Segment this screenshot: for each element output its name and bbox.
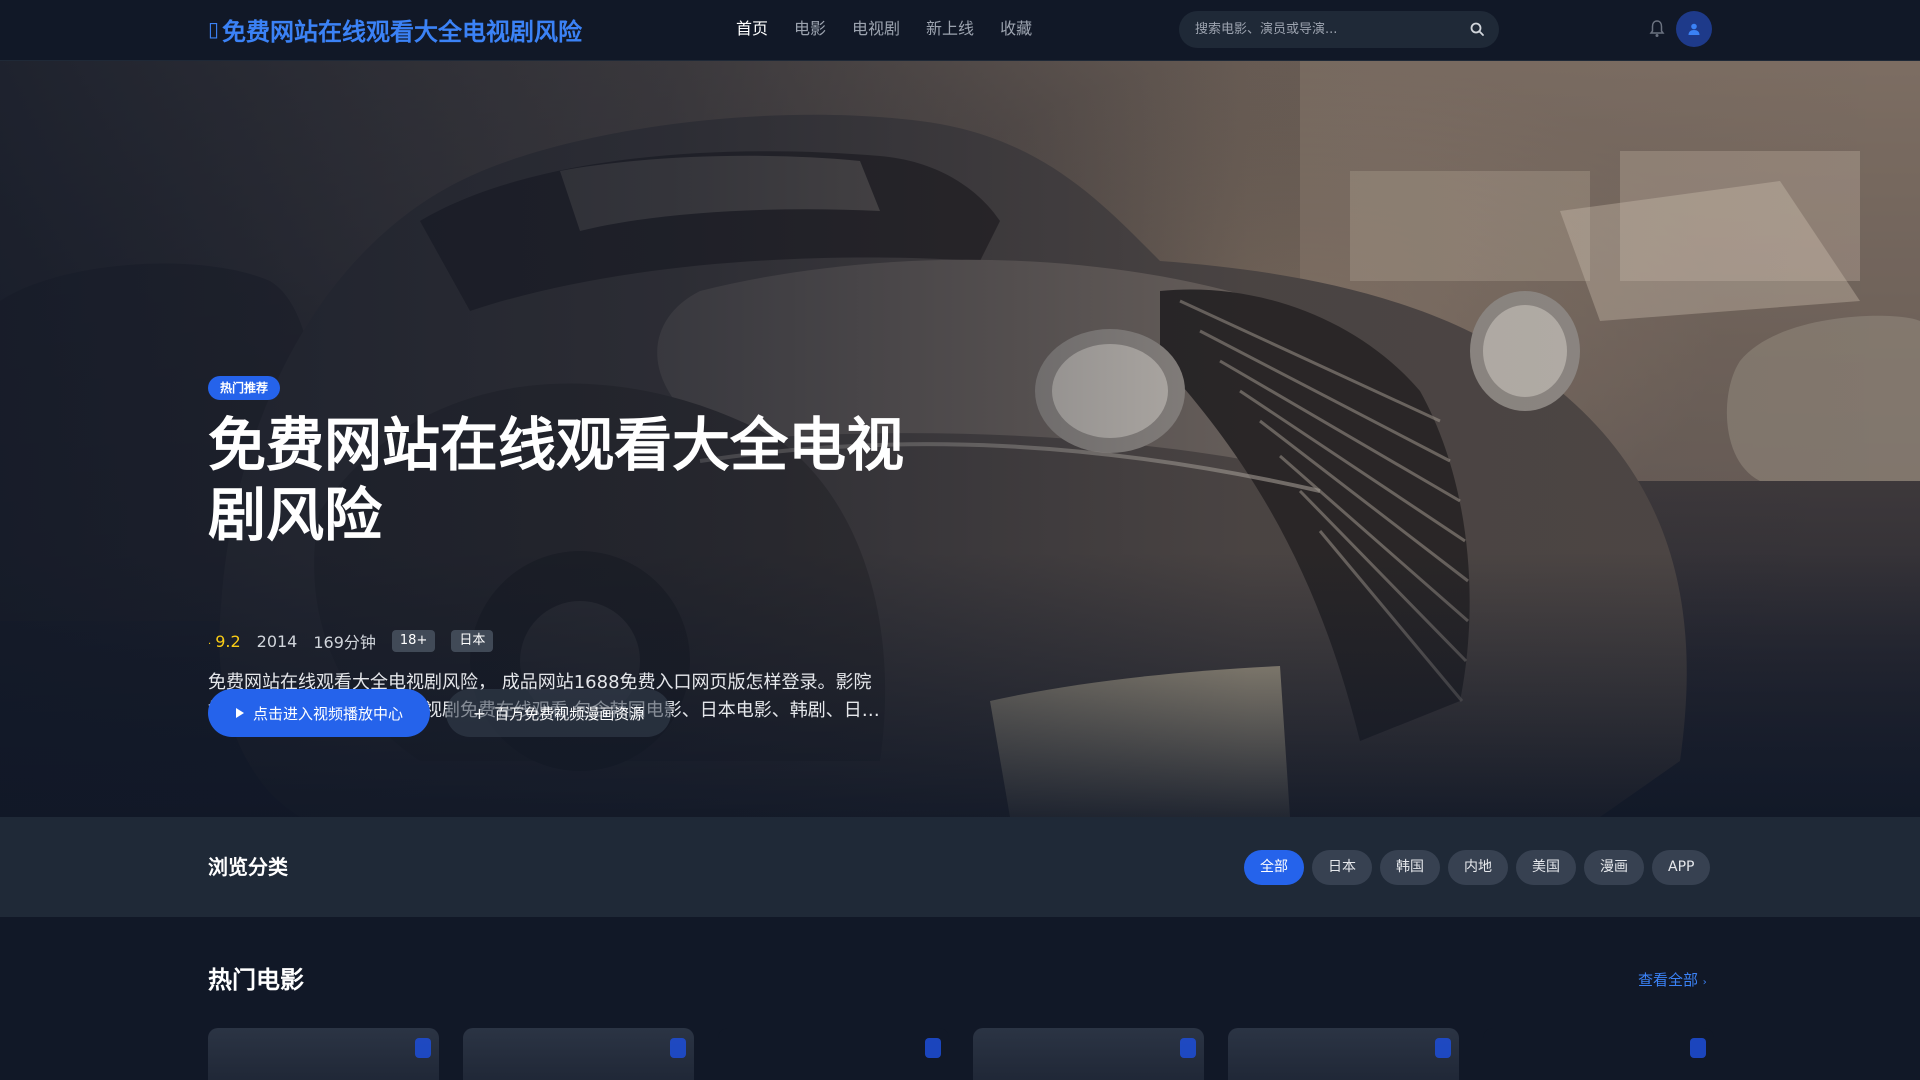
nav-item-home[interactable]: 首页 xyxy=(736,17,768,41)
search-input[interactable] xyxy=(1195,11,1455,48)
movie-card[interactable] xyxy=(208,1028,439,1080)
movie-card[interactable] xyxy=(463,1028,694,1080)
free-resources-button-label: 百万免费视频漫画资源 xyxy=(494,704,645,723)
play-center-button-label: 点击进入视频播放中心 xyxy=(252,704,403,723)
bell-icon[interactable] xyxy=(1649,19,1665,39)
nav-item-tv[interactable]: 电视剧 xyxy=(852,17,900,41)
movie-card-rating-badge xyxy=(1690,1038,1706,1058)
movie-card-rating-badge xyxy=(925,1038,941,1058)
movie-card-rating-badge xyxy=(1435,1038,1451,1058)
hot-movies-title: 热门电影 xyxy=(208,966,304,994)
category-title: 浏览分类 xyxy=(208,855,288,879)
hero-meta: . 9.2 2014 169分钟 18+ 日本 xyxy=(208,629,494,653)
search-icon[interactable] xyxy=(1469,21,1485,37)
play-center-button[interactable]: 点击进入视频播放中心 xyxy=(208,689,430,737)
category-chip-app[interactable]: APP xyxy=(1652,850,1711,885)
category-chip-comics[interactable]: 漫画 xyxy=(1584,850,1644,885)
film-icon: ▯ xyxy=(208,17,218,41)
category-chip-usa[interactable]: 美国 xyxy=(1516,850,1576,885)
plus-icon: + xyxy=(472,703,487,723)
category-browser: 浏览分类 全部 日本 韩国 内地 美国 漫画 APP xyxy=(0,817,1920,917)
movie-card[interactable] xyxy=(1483,1028,1714,1080)
avatar[interactable] xyxy=(1676,11,1712,47)
site-logo[interactable]: ▯ 免费网站在线观看大全电视剧风险 xyxy=(208,12,582,46)
star-icon: . xyxy=(208,635,212,647)
view-all-link[interactable]: 查看全部 › xyxy=(1638,969,1707,994)
movie-card[interactable] xyxy=(973,1028,1204,1080)
hero-year: 2014 xyxy=(256,631,298,651)
movie-card[interactable] xyxy=(718,1028,949,1080)
category-chip-all[interactable]: 全部 xyxy=(1244,850,1304,885)
nav-item-new[interactable]: 新上线 xyxy=(926,17,974,41)
hero-badge: 热门推荐 xyxy=(208,376,281,400)
hero-rating-value: 9.2 xyxy=(215,631,241,651)
top-header: ▯ 免费网站在线观看大全电视剧风险 首页 电影 电视剧 新上线 收藏 xyxy=(0,0,1920,61)
play-icon xyxy=(235,708,244,718)
site-logo-text: 免费网站在线观看大全电视剧风险 xyxy=(222,17,582,46)
movie-card-rating-badge xyxy=(415,1038,431,1058)
category-chip-mainland[interactable]: 内地 xyxy=(1448,850,1508,885)
category-chip-korea[interactable]: 韩国 xyxy=(1380,850,1440,885)
category-chip-japan[interactable]: 日本 xyxy=(1312,850,1372,885)
chevron-right-icon: › xyxy=(1702,977,1707,988)
hero-duration: 169分钟 xyxy=(313,633,376,652)
main-nav: 首页 电影 电视剧 新上线 收藏 xyxy=(736,17,1032,41)
search-bar xyxy=(1179,11,1499,48)
movie-card-row xyxy=(208,1028,1714,1080)
nav-item-movies[interactable]: 电影 xyxy=(794,17,826,41)
hero-region-tag: 日本 xyxy=(451,630,494,652)
free-resources-button[interactable]: + 百万免费视频漫画资源 xyxy=(446,689,671,737)
category-chips: 全部 日本 韩国 内地 美国 漫画 APP xyxy=(1244,850,1711,885)
hero-age-tag: 18+ xyxy=(391,630,436,652)
hero-rating: . 9.2 xyxy=(208,632,241,651)
movie-card-rating-badge xyxy=(1180,1038,1196,1058)
view-all-label: 查看全部 xyxy=(1638,971,1699,989)
user-icon xyxy=(1688,23,1700,35)
nav-item-favorites[interactable]: 收藏 xyxy=(1000,17,1032,41)
movie-card-rating-badge xyxy=(670,1038,686,1058)
hero-title: 免费网站在线观看大全电视剧风险 xyxy=(208,411,905,549)
movie-card[interactable] xyxy=(1228,1028,1459,1080)
